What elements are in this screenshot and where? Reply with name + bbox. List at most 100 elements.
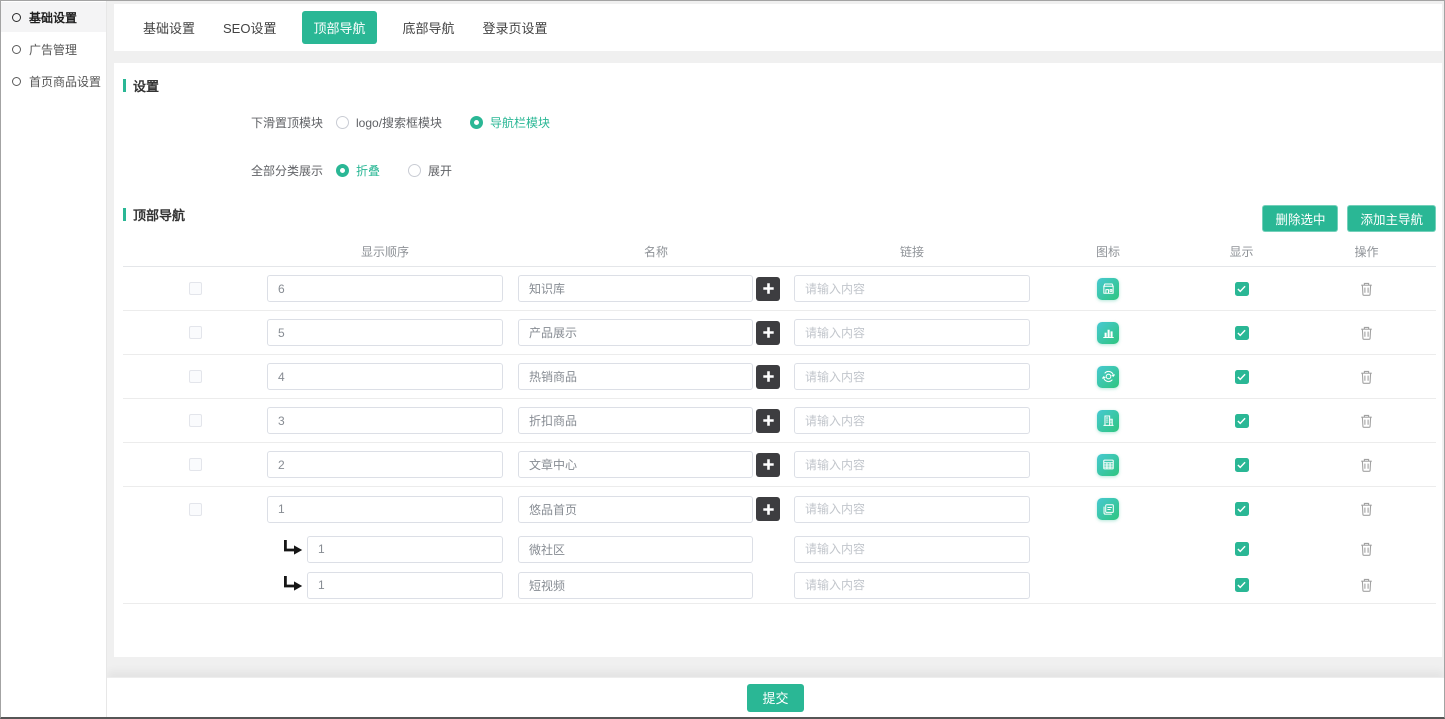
column-header-actions: 操作 bbox=[1297, 243, 1436, 260]
display-order-input[interactable] bbox=[307, 572, 503, 599]
sidebar-item-label: 基础设置 bbox=[29, 9, 77, 26]
nav-name-input[interactable] bbox=[518, 363, 753, 390]
visible-checkbox[interactable] bbox=[1235, 542, 1249, 556]
column-header-visible: 显示 bbox=[1186, 243, 1297, 260]
delete-row-icon[interactable] bbox=[1360, 282, 1373, 296]
tab-basic-settings[interactable]: 基础设置 bbox=[141, 11, 197, 44]
submit-button[interactable]: 提交 bbox=[747, 684, 803, 712]
display-order-input[interactable] bbox=[267, 496, 503, 523]
column-header-name: 名称 bbox=[518, 243, 794, 260]
sidebar-item-home-goods-settings[interactable]: 首页商品设置 bbox=[1, 66, 106, 96]
row-select-checkbox[interactable] bbox=[189, 326, 202, 339]
delete-row-icon[interactable] bbox=[1360, 326, 1373, 340]
table-end-divider bbox=[123, 603, 1436, 604]
radio-navbar-module[interactable]: 导航栏模块 bbox=[470, 114, 550, 131]
display-order-input[interactable] bbox=[267, 275, 503, 302]
tab-bottom-navigation[interactable]: 底部导航 bbox=[401, 11, 457, 44]
nav-name-input[interactable] bbox=[518, 407, 753, 434]
visible-checkbox[interactable] bbox=[1235, 414, 1249, 428]
child-arrow-icon bbox=[283, 540, 304, 558]
radio-off-icon bbox=[336, 116, 349, 129]
delete-row-icon[interactable] bbox=[1360, 578, 1373, 592]
row-select-checkbox[interactable] bbox=[189, 282, 202, 295]
tab-top-navigation[interactable]: 顶部导航 bbox=[302, 11, 376, 44]
add-child-nav-button[interactable] bbox=[756, 321, 780, 345]
row-select-checkbox[interactable] bbox=[189, 458, 202, 471]
nav-name-input[interactable] bbox=[518, 572, 753, 599]
footer-bar: 提交 bbox=[107, 677, 1444, 717]
home-page-icon[interactable] bbox=[1097, 498, 1119, 520]
product-display-icon[interactable] bbox=[1097, 322, 1119, 344]
tab-bar: 基础设置 SEO设置 顶部导航 底部导航 登录页设置 bbox=[114, 4, 1442, 51]
nav-name-input[interactable] bbox=[518, 451, 753, 478]
tab-login-page-settings[interactable]: 登录页设置 bbox=[481, 11, 550, 44]
sidebar: 基础设置 广告管理 首页商品设置 bbox=[1, 1, 107, 717]
sidebar-item-basic-settings[interactable]: 基础设置 bbox=[1, 2, 106, 32]
nav-link-input[interactable] bbox=[794, 536, 1030, 563]
nav-link-input[interactable] bbox=[794, 451, 1030, 478]
display-order-input[interactable] bbox=[267, 451, 503, 478]
hot-goods-icon[interactable] bbox=[1097, 366, 1119, 388]
table-subrow bbox=[123, 567, 1436, 603]
add-child-nav-button[interactable] bbox=[756, 277, 780, 301]
nav-table: 显示顺序 名称 链接 图标 显示 操作 bbox=[123, 236, 1436, 604]
table-header: 显示顺序 名称 链接 图标 显示 操作 bbox=[123, 236, 1436, 267]
row-select-checkbox[interactable] bbox=[189, 414, 202, 427]
delete-row-icon[interactable] bbox=[1360, 370, 1373, 384]
visible-checkbox[interactable] bbox=[1235, 502, 1249, 516]
display-order-input[interactable] bbox=[267, 319, 503, 346]
table-subrow bbox=[123, 531, 1436, 567]
setting-label: 下滑置顶模块 bbox=[251, 114, 323, 131]
display-order-input[interactable] bbox=[267, 363, 503, 390]
table-row bbox=[123, 355, 1436, 399]
nav-name-input[interactable] bbox=[518, 536, 753, 563]
nav-link-input[interactable] bbox=[794, 496, 1030, 523]
visible-checkbox[interactable] bbox=[1235, 458, 1249, 472]
row-select-checkbox[interactable] bbox=[189, 503, 202, 516]
column-header-icon: 图标 bbox=[1030, 243, 1186, 260]
row-select-checkbox[interactable] bbox=[189, 370, 202, 383]
radio-expand[interactable]: 展开 bbox=[408, 162, 452, 179]
add-main-nav-button[interactable]: 添加主导航 bbox=[1347, 205, 1436, 232]
add-child-nav-button[interactable] bbox=[756, 453, 780, 477]
nav-link-input[interactable] bbox=[794, 319, 1030, 346]
add-child-nav-button[interactable] bbox=[756, 409, 780, 433]
nav-link-input[interactable] bbox=[794, 275, 1030, 302]
nav-name-input[interactable] bbox=[518, 319, 753, 346]
content-panel: 设置 下滑置顶模块 logo/搜索框模块 导航栏模块 全部分类展示 折叠 展开 bbox=[114, 63, 1442, 657]
radio-collapse[interactable]: 折叠 bbox=[336, 162, 380, 179]
radio-on-icon bbox=[336, 164, 349, 177]
table-row bbox=[123, 311, 1436, 355]
knowledge-base-icon[interactable] bbox=[1097, 278, 1119, 300]
nav-link-input[interactable] bbox=[794, 572, 1030, 599]
sidebar-item-label: 首页商品设置 bbox=[29, 73, 101, 90]
section-bar-icon bbox=[123, 208, 126, 221]
visible-checkbox[interactable] bbox=[1235, 326, 1249, 340]
delete-row-icon[interactable] bbox=[1360, 502, 1373, 516]
delete-selected-button[interactable]: 删除选中 bbox=[1262, 205, 1338, 232]
add-child-nav-button[interactable] bbox=[756, 497, 780, 521]
delete-row-icon[interactable] bbox=[1360, 458, 1373, 472]
top-nav-section-title: 顶部导航 bbox=[123, 205, 185, 224]
nav-name-input[interactable] bbox=[518, 275, 753, 302]
visible-checkbox[interactable] bbox=[1235, 578, 1249, 592]
nav-name-input[interactable] bbox=[518, 496, 753, 523]
display-order-input[interactable] bbox=[267, 407, 503, 434]
add-child-nav-button[interactable] bbox=[756, 365, 780, 389]
visible-checkbox[interactable] bbox=[1235, 282, 1249, 296]
article-center-icon[interactable] bbox=[1097, 454, 1119, 476]
section-bar-icon bbox=[123, 79, 126, 92]
delete-row-icon[interactable] bbox=[1360, 542, 1373, 556]
circle-bullet-icon bbox=[12, 13, 21, 22]
visible-checkbox[interactable] bbox=[1235, 370, 1249, 384]
radio-logo-search-module[interactable]: logo/搜索框模块 bbox=[336, 114, 442, 131]
table-row bbox=[123, 267, 1436, 311]
sidebar-item-ad-management[interactable]: 广告管理 bbox=[1, 34, 106, 64]
tab-seo-settings[interactable]: SEO设置 bbox=[221, 11, 278, 44]
discount-goods-icon[interactable] bbox=[1097, 410, 1119, 432]
nav-link-input[interactable] bbox=[794, 363, 1030, 390]
nav-link-input[interactable] bbox=[794, 407, 1030, 434]
delete-row-icon[interactable] bbox=[1360, 414, 1373, 428]
radio-on-icon bbox=[470, 116, 483, 129]
display-order-input[interactable] bbox=[307, 536, 503, 563]
